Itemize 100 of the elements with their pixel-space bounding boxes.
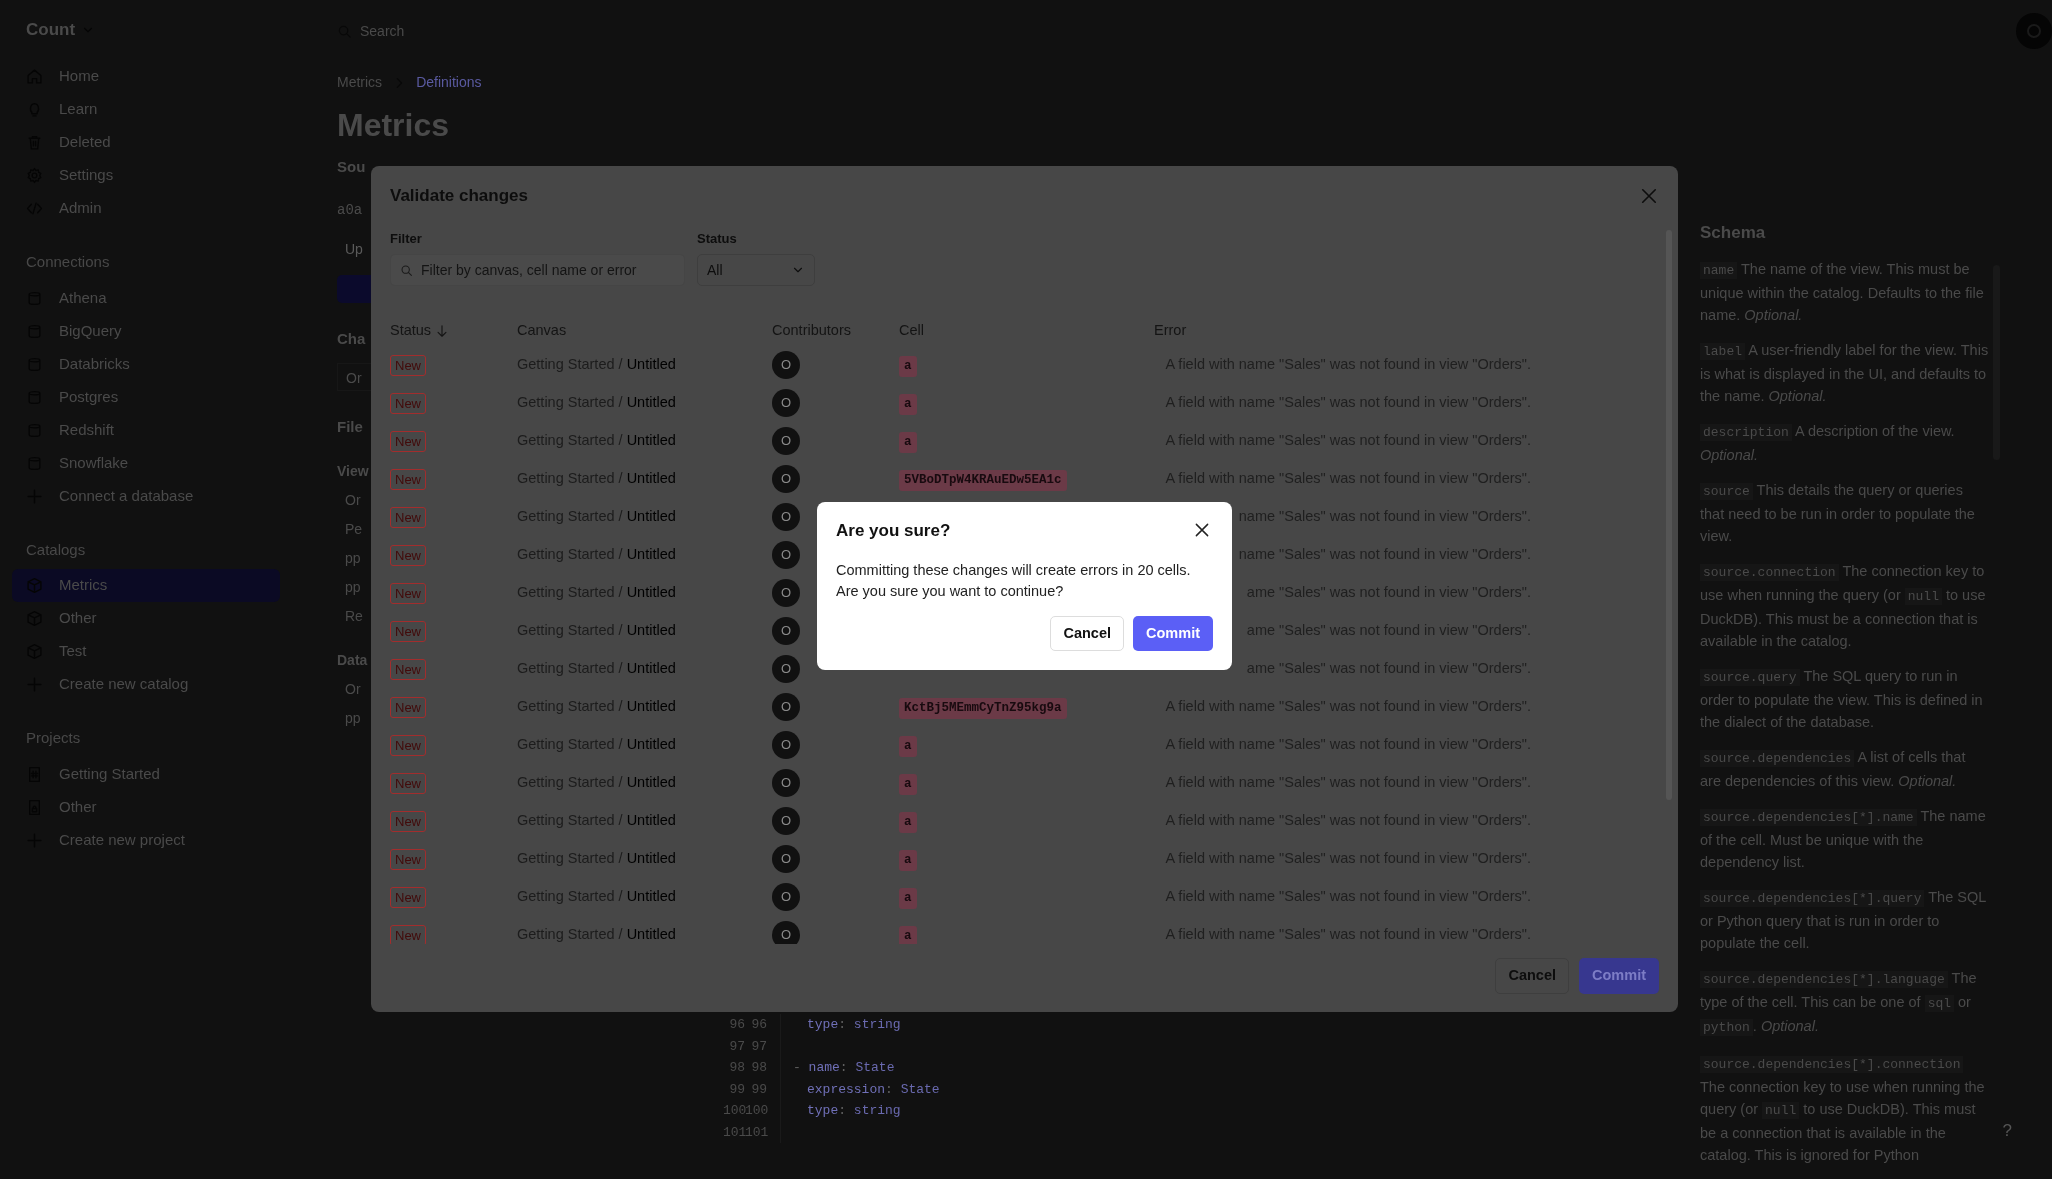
status-badge: New <box>390 696 426 718</box>
sidebar-item[interactable]: Athena <box>12 281 280 315</box>
line-number: 96 <box>750 1016 767 1034</box>
sidebar-item[interactable]: Test <box>12 635 280 668</box>
list-item[interactable]: pp <box>337 704 371 732</box>
cell-tag: a <box>899 926 917 945</box>
breadcrumb-link[interactable]: Definitions <box>416 72 482 93</box>
section-heading: Cha <box>337 329 367 349</box>
sidebar-item[interactable]: Databricks <box>12 347 280 381</box>
status-badge: New <box>390 468 426 490</box>
cell-tag: a <box>899 736 917 757</box>
contributor-avatar: O <box>772 389 800 417</box>
contributor-avatar: O <box>772 807 800 835</box>
cell-tag: a <box>899 812 917 833</box>
contributor-avatar: O <box>772 921 800 945</box>
code-line: - name: State <box>793 1059 895 1077</box>
sidebar-item[interactable]: Settings <box>12 159 280 192</box>
status-badge: New <box>390 506 426 528</box>
section-heading: File <box>337 417 364 437</box>
sidebar-item[interactable]: Create new catalog <box>12 668 280 701</box>
status-badge: New <box>390 772 426 794</box>
cell-tag: a <box>899 888 917 909</box>
contributor-avatar: O <box>772 579 800 607</box>
workspace-name[interactable]: Count <box>26 17 76 43</box>
line-number: 101 <box>745 1123 767 1142</box>
sidebar-item[interactable]: Getting Started <box>12 757 280 791</box>
sidebar-item[interactable]: BigQuery <box>12 314 280 348</box>
cancel-button[interactable]: Cancel <box>1495 958 1569 994</box>
breadcrumb-link[interactable]: Metrics <box>337 72 383 93</box>
list-item[interactable]: Pe <box>337 515 371 543</box>
search-field[interactable]: Search <box>360 20 405 42</box>
dialog-title: Are you sure? <box>836 520 951 542</box>
status-badge: New <box>390 430 426 452</box>
cell-tag: a <box>899 356 917 377</box>
sidebar-item[interactable]: Metrics <box>12 569 280 602</box>
cancel-button[interactable]: Cancel <box>1050 615 1124 652</box>
status-badge: New <box>390 848 426 870</box>
code-line: type: string <box>806 1016 901 1034</box>
cell-tag: a <box>899 432 917 453</box>
code-line: type: string <box>806 1102 901 1120</box>
contributor-avatar: O <box>772 465 800 493</box>
sort-arrow-icon <box>435 324 450 338</box>
contributor-avatar: O <box>772 845 800 873</box>
contributor-avatar: O <box>772 503 800 531</box>
section-heading: Sou <box>337 157 367 177</box>
sidebar-item[interactable]: Admin <box>12 192 280 225</box>
cell-tag: a <box>899 774 917 795</box>
search-icon <box>400 264 413 277</box>
line-number: 99 <box>750 1080 767 1099</box>
list-item[interactable]: pp <box>337 573 371 601</box>
status-badge: New <box>390 734 426 756</box>
status-badge: New <box>390 544 426 566</box>
sidebar-item[interactable]: Deleted <box>12 126 280 159</box>
status-badge: New <box>390 620 426 642</box>
line-number: 101 <box>723 1123 745 1142</box>
contributor-avatar: O <box>772 351 800 379</box>
contributor-avatar: O <box>772 541 800 569</box>
list-item[interactable]: Re <box>337 602 371 630</box>
line-number: 100 <box>723 1102 745 1120</box>
page-title: Metrics <box>337 107 451 143</box>
sidebar-item[interactable]: Create new project <box>12 823 280 857</box>
cell-tag: a <box>899 850 917 871</box>
contributor-avatar: O <box>772 883 800 911</box>
status-badge: New <box>390 886 426 908</box>
code-text: a0a <box>337 201 364 220</box>
status-badge: New <box>390 354 426 376</box>
cell-tag: 5VBoDTpW4KRAuEDw5EA1c <box>899 470 1067 491</box>
sidebar-item[interactable]: Other <box>12 602 280 635</box>
status-badge: New <box>390 924 426 945</box>
status-badge: New <box>390 392 426 414</box>
dialog-message: Committing these changes will create errors in 20 cells. Are you sure you want to continue? <box>836 560 1192 601</box>
sidebar-item[interactable]: Other <box>12 790 280 824</box>
sidebar-item[interactable]: Postgres <box>12 380 280 414</box>
sidebar-item[interactable]: Connect a database <box>12 479 280 513</box>
cell-tag: KctBj5MEmmCyTnZ95kg9a <box>899 698 1067 719</box>
field-label: Status <box>697 229 738 248</box>
list-item[interactable]: pp <box>337 544 371 572</box>
contributor-avatar: O <box>772 769 800 797</box>
sidebar-item[interactable]: Snowflake <box>12 446 280 480</box>
contributor-avatar: O <box>772 731 800 759</box>
sidebar-item[interactable]: Learn <box>12 93 280 126</box>
subsection-heading: Data <box>337 651 369 670</box>
contributor-avatar: O <box>772 655 800 683</box>
sidebar-item[interactable]: Home <box>12 60 280 93</box>
line-number: 96 <box>728 1016 745 1034</box>
sidebar-item[interactable]: Redshift <box>12 413 280 447</box>
list-item[interactable]: Or <box>337 486 371 514</box>
line-number: 98 <box>750 1059 767 1077</box>
line-number: 99 <box>728 1080 745 1099</box>
help-button[interactable]: ? <box>2002 1118 2012 1144</box>
status-select[interactable]: All <box>697 254 815 286</box>
list-item[interactable]: Or <box>337 675 371 703</box>
primary-button[interactable] <box>337 275 371 303</box>
commit-button[interactable]: Commit <box>1579 958 1659 994</box>
line-number: 97 <box>728 1037 745 1056</box>
input-field[interactable]: Up <box>337 235 371 263</box>
panel-heading: Schema <box>1700 222 1767 244</box>
subsection-heading: View <box>337 462 370 481</box>
commit-button[interactable]: Commit <box>1133 615 1213 652</box>
cube-icon <box>26 577 43 594</box>
